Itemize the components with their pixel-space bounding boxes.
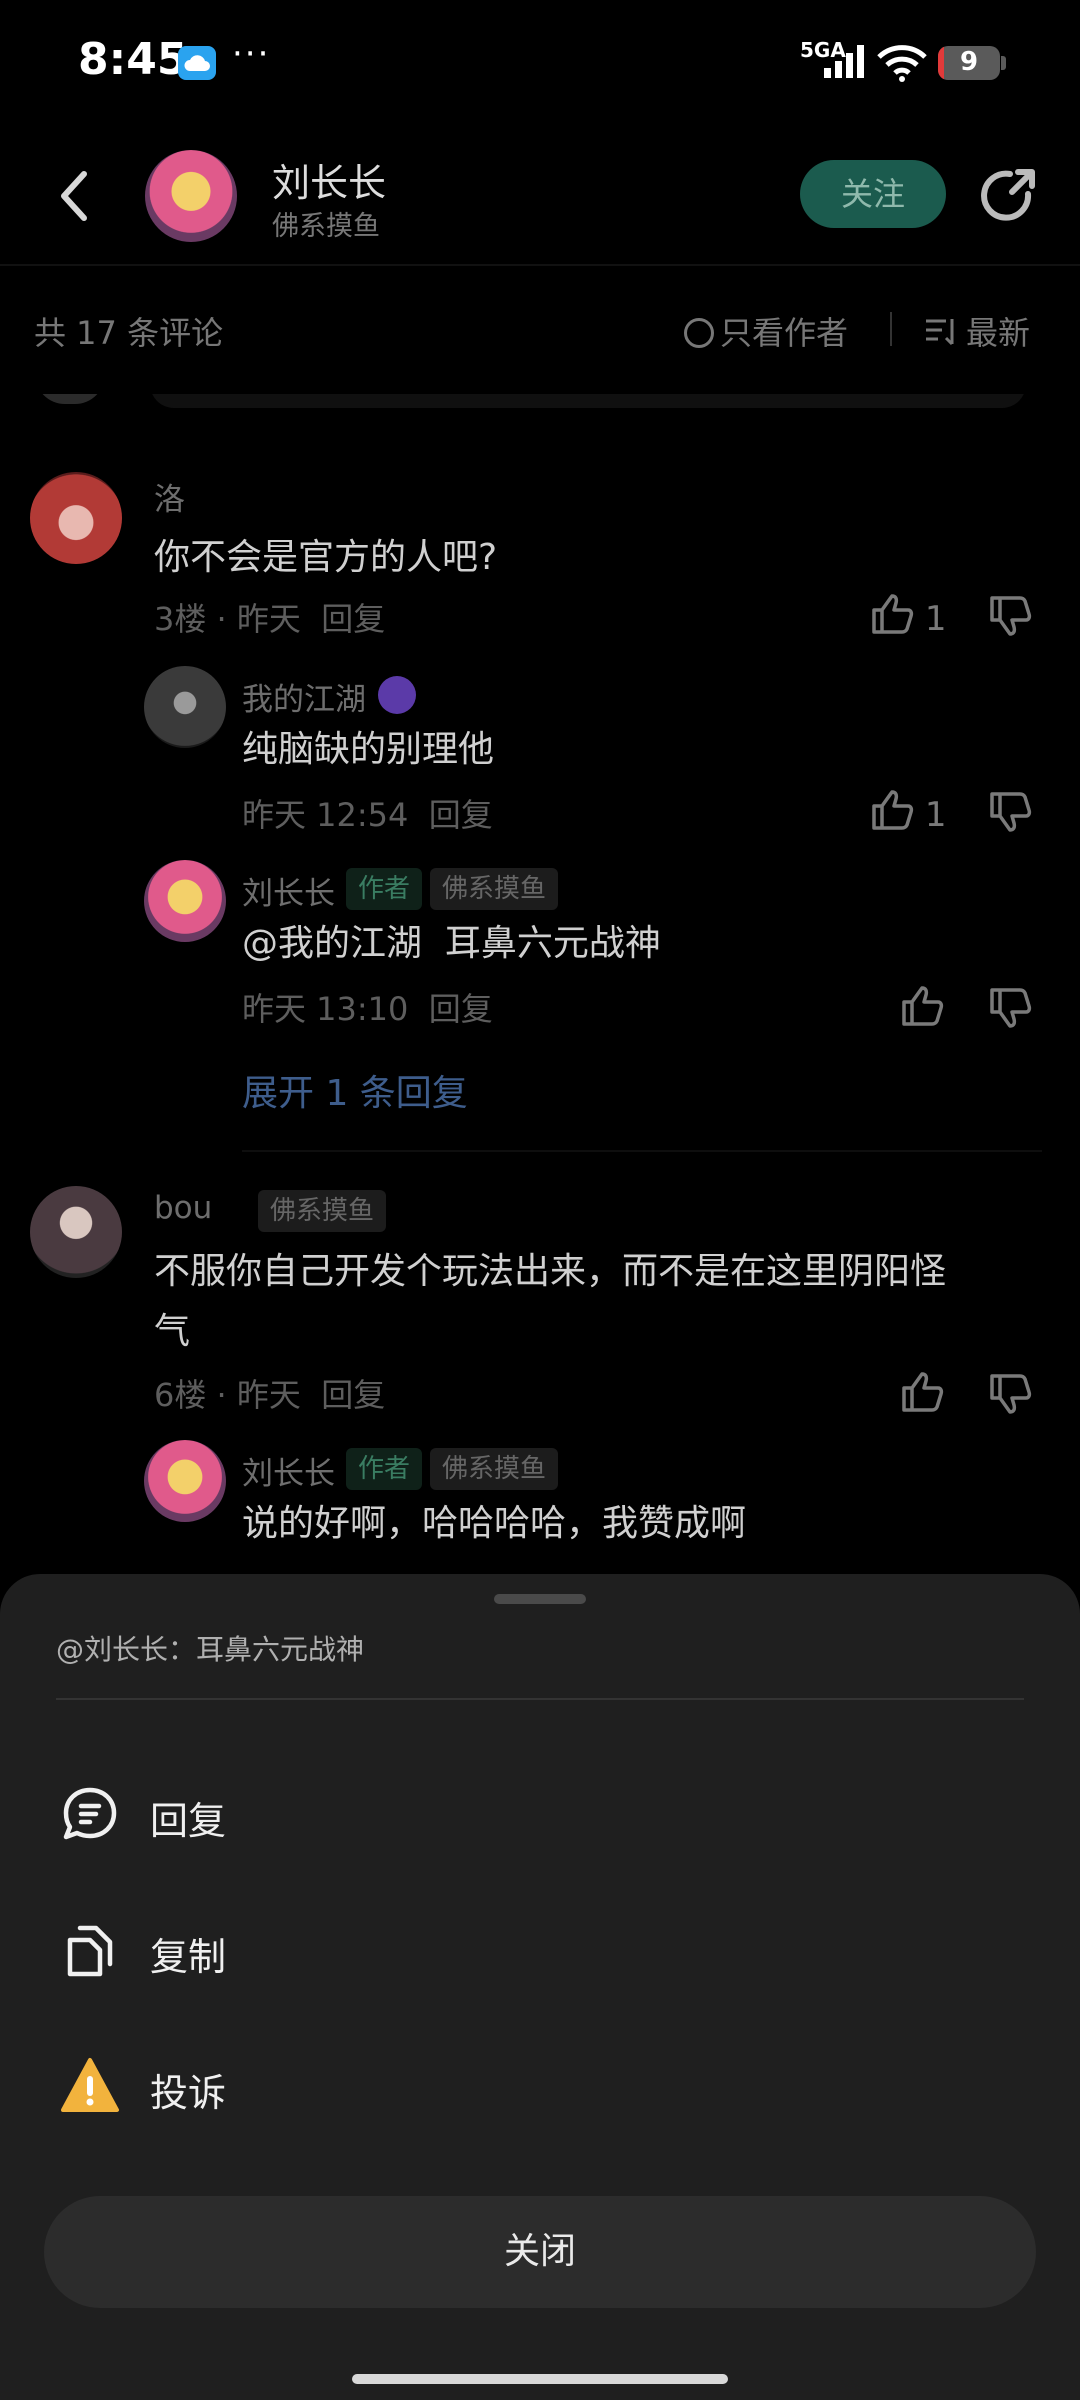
comment-meta: 6楼 · 昨天 回复 — [154, 1376, 386, 1414]
battery-text: 9 — [959, 47, 979, 77]
like-button[interactable]: 1 — [870, 788, 946, 835]
more-dots-icon: ··· — [232, 34, 271, 74]
reply-link[interactable]: 回复 — [429, 796, 493, 834]
author-only-label: 只看作者 — [720, 314, 849, 352]
game-badge-icon — [378, 676, 416, 714]
close-button[interactable]: 关闭 — [44, 2196, 1036, 2308]
warning-icon — [61, 2058, 119, 2112]
reply-text: @我的江湖 耳鼻六元战神 — [242, 914, 661, 974]
user-tag: 佛系摸鱼 — [430, 868, 559, 910]
sort-bar: 共 17 条评论 只看作者 最新 — [0, 264, 1080, 394]
comment-author: bou — [154, 1190, 213, 1226]
reply-author: 刘长长 — [242, 876, 335, 912]
wifi-icon — [877, 45, 927, 82]
sort-icon — [926, 319, 954, 346]
user-tag: 佛系摸鱼 — [430, 1448, 559, 1490]
thumb-up-icon[interactable] — [900, 984, 944, 1028]
author-only-toggle[interactable]: 只看作者 — [684, 308, 848, 354]
sort-latest-button[interactable]: 最新 — [924, 308, 1030, 354]
reply-text: 说的好啊，哈哈哈哈，我赞成啊 — [242, 1503, 747, 1544]
thumb-down-icon[interactable] — [988, 986, 1032, 1030]
comment-text-line2: 气 — [154, 1311, 191, 1352]
reply-link[interactable]: 回复 — [429, 990, 493, 1028]
avatar[interactable] — [30, 1186, 122, 1278]
mention[interactable]: @我的江湖 — [242, 923, 422, 964]
report-action[interactable]: 投诉 — [56, 2036, 1024, 2136]
avatar[interactable] — [145, 150, 237, 242]
sort-divider — [890, 312, 892, 346]
reply-link[interactable]: 回复 — [321, 600, 385, 638]
comment-time: 昨天 — [236, 1376, 301, 1414]
comment-divider — [242, 1150, 1042, 1152]
avatar[interactable] — [144, 860, 226, 942]
comment-floor: 6楼 — [154, 1376, 207, 1414]
avatar[interactable] — [144, 1440, 226, 1522]
thumb-down-icon[interactable] — [988, 1372, 1032, 1416]
author-tag: 作者 — [346, 868, 423, 910]
like-button[interactable]: 1 — [870, 592, 946, 639]
report-action-label: 投诉 — [150, 2071, 227, 2115]
thumb-up-icon — [872, 594, 914, 634]
copy-action[interactable]: 复制 — [56, 1900, 1024, 2000]
battery-icon: 9 — [938, 46, 1000, 80]
copy-action-label: 复制 — [150, 1935, 227, 1979]
reply-time: 昨天 13:10 — [242, 990, 409, 1028]
copy-icon — [67, 1925, 113, 1977]
avatar[interactable] — [30, 472, 122, 564]
reply-action-label: 回复 — [150, 1799, 227, 1843]
author-name: 刘长长 — [272, 161, 387, 205]
reply-icon — [63, 1787, 117, 1840]
like-count: 1 — [924, 599, 947, 639]
quoted-comment: @刘长长：耳鼻六元战神 — [56, 1633, 365, 1666]
expand-replies-link[interactable]: 展开 1 条回复 — [242, 1064, 468, 1116]
reply-time: 昨天 12:54 — [242, 796, 409, 834]
signal-icon — [824, 45, 864, 78]
action-sheet: @刘长长：耳鼻六元战神 回复 复制 投诉 关闭 — [0, 1574, 1080, 2400]
reply-meta: 昨天 13:10 回复 — [242, 984, 493, 1030]
thumb-up-icon[interactable] — [900, 1370, 944, 1414]
status-time: 8:45 — [78, 34, 188, 85]
reply-text: 纯脑缺的别理他 — [242, 729, 495, 770]
comment-author: 洛 — [154, 482, 185, 518]
sort-latest-label: 最新 — [966, 314, 1031, 352]
back-icon[interactable] — [50, 164, 100, 228]
previous-reply-card — [150, 394, 1026, 408]
share-icon[interactable] — [976, 164, 1040, 228]
avatar[interactable] — [144, 666, 226, 748]
comment-meta: 3楼 · 昨天 回复 — [154, 600, 386, 638]
author-tag: 作者 — [346, 1448, 423, 1490]
battery-cap — [1001, 56, 1006, 70]
user-tag: 佛系摸鱼 — [258, 1190, 387, 1232]
cloud-icon — [178, 46, 216, 80]
reply-action[interactable]: 回复 — [56, 1764, 1024, 1864]
follow-button[interactable]: 关注 — [800, 160, 946, 228]
home-indicator[interactable] — [352, 2374, 728, 2384]
header: 刘长长 佛系摸鱼 关注 — [0, 130, 1080, 262]
thumb-up-icon — [872, 790, 914, 830]
sheet-divider — [56, 1698, 1024, 1700]
comment-text: 你不会是官方的人吧? — [154, 537, 498, 578]
reply-author: 我的江湖 — [242, 682, 366, 718]
reply-meta: 昨天 12:54 回复 — [242, 790, 493, 836]
comment-text: 不服你自己开发个玩法出来，而不是在这里阴阳怪 — [154, 1251, 947, 1292]
reply-link[interactable]: 回复 — [321, 1376, 385, 1414]
comment-list: 洛 你不会是官方的人吧? 3楼 · 昨天 回复 1 我的江湖 纯脑缺的别理他 昨… — [0, 394, 1080, 1574]
sheet-handle[interactable] — [494, 1594, 586, 1604]
radio-circle-icon — [684, 318, 714, 348]
status-bar: 8:45 ··· 5GA 9 — [0, 0, 1080, 130]
author-subtitle: 佛系摸鱼 — [272, 211, 380, 242]
comment-count: 共 17 条评论 — [34, 314, 224, 352]
thumb-down-icon[interactable] — [988, 790, 1032, 834]
comment-time: 昨天 — [236, 600, 301, 638]
comment-floor: 3楼 — [154, 600, 207, 638]
avatar — [35, 394, 105, 404]
like-count: 1 — [924, 795, 947, 835]
reply-author: 刘长长 — [242, 1456, 335, 1492]
thumb-down-icon[interactable] — [988, 594, 1032, 638]
reply-content: 耳鼻六元战神 — [444, 923, 661, 964]
